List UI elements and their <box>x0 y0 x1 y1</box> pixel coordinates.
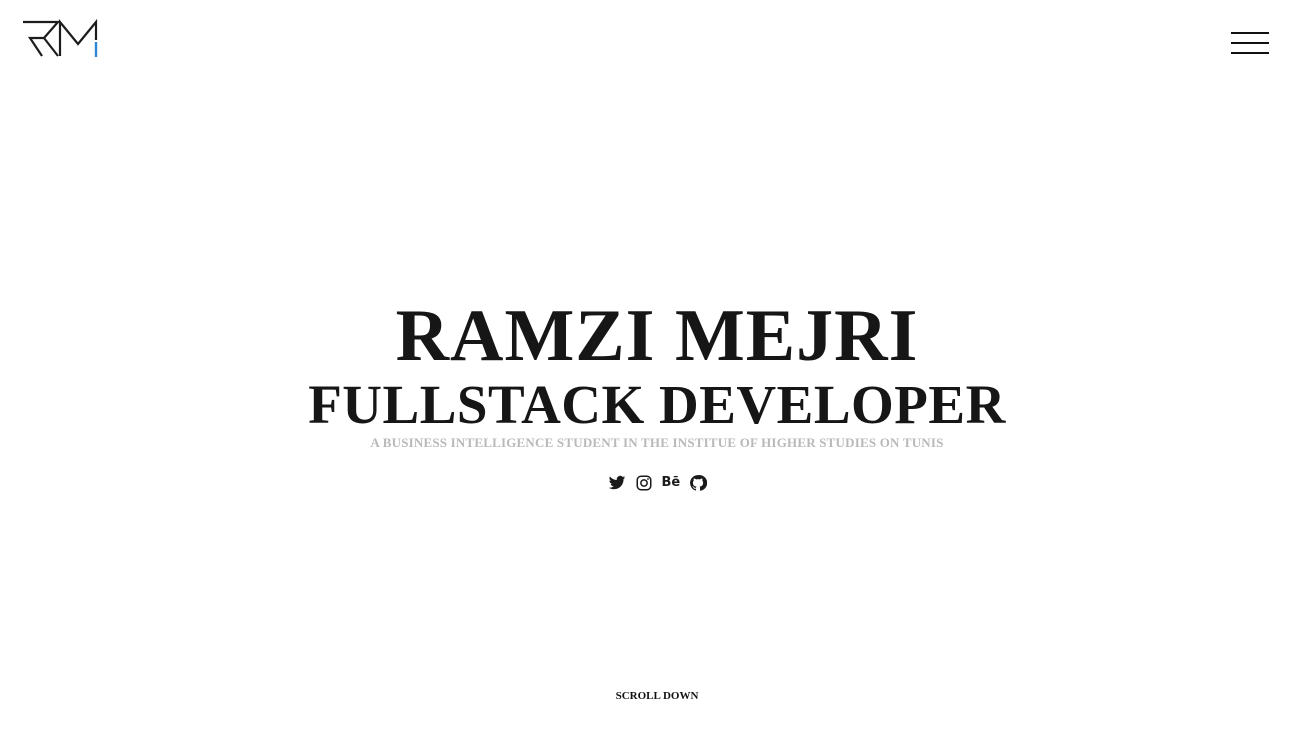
rm-logo-icon <box>23 18 98 57</box>
hero-tagline: A BUSINESS INTELLIGENCE STUDENT IN THE I… <box>370 435 944 450</box>
menu-line <box>1231 52 1269 54</box>
behance-label: Bē <box>661 475 681 490</box>
site-logo[interactable] <box>22 18 100 60</box>
social-links: Bē <box>0 474 1314 492</box>
page: RAMZI MEJRI FULLSTACK DEVELOPER A BUSINE… <box>0 0 1314 747</box>
github-icon[interactable] <box>689 474 707 492</box>
menu-line <box>1231 42 1269 44</box>
hamburger-menu-icon[interactable] <box>1230 30 1270 56</box>
behance-icon[interactable]: Bē <box>661 474 681 492</box>
twitter-icon[interactable] <box>608 474 626 492</box>
hero-role: FULLSTACK DEVELOPER <box>308 374 1006 435</box>
menu-line <box>1231 32 1269 34</box>
scroll-down-link[interactable]: SCROLL DOWN <box>0 689 1314 703</box>
hero-section: RAMZI MEJRI FULLSTACK DEVELOPER A BUSINE… <box>0 296 1314 452</box>
hero-name: RAMZI MEJRI <box>395 295 919 377</box>
instagram-icon[interactable] <box>635 474 653 492</box>
